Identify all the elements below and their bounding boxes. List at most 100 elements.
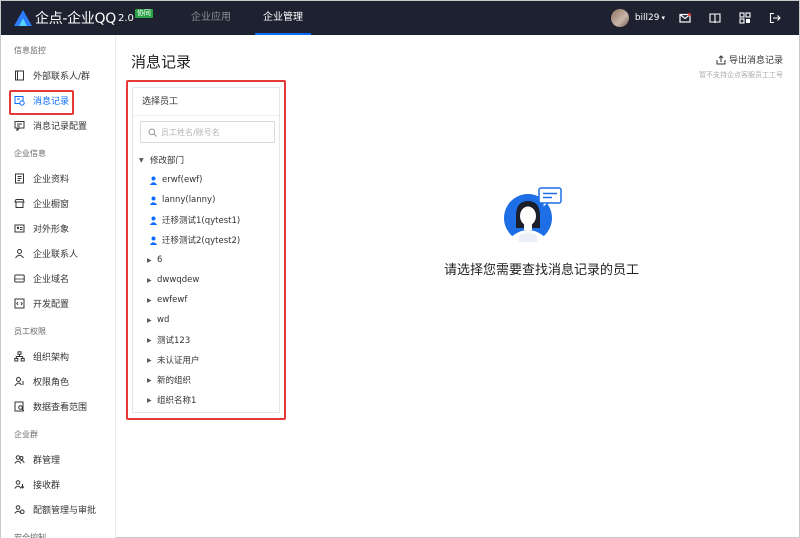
org-chart-icon [14,351,25,362]
username-label: bill29 [634,13,660,23]
tree-dept-item[interactable]: ▶ dwwqdew [133,270,279,290]
sidebar-item-message-records[interactable]: 消息记录 [1,88,115,115]
sidebar-item-label: 数据查看范围 [33,403,88,413]
tree-node-root[interactable]: ▼ 修改部门 [133,150,279,170]
sidebar-item-label: 外部联系人/群 [33,72,91,82]
tree-user-label: erwf(ewf) [162,175,203,185]
employee-search-box[interactable] [140,121,275,143]
sidebar-item-label: 对外形象 [33,225,70,235]
contacts-book-icon [14,70,25,81]
brand-version: 2.0 [118,12,134,24]
sidebar-group-enterprise-info: 企业信息 [14,149,46,158]
sidebar-item-enterprise-profile[interactable]: 企业资料 [1,166,115,191]
sidebar-group-info-monitoring: 信息监控 [14,46,46,55]
sidebar-item-enterprise-showcase[interactable]: 企业橱窗 [1,191,115,216]
top-nav: 企业应用 企业管理 [183,1,327,35]
export-message-records-button[interactable]: 导出消息记录 [716,53,783,66]
sidebar-item-org-structure[interactable]: 组织架构 [1,344,115,369]
tree-dept-item[interactable]: ▶ 6 [133,250,279,270]
tree-dept-label: ewfewf [157,295,188,305]
sidebar-item-receive-groups[interactable]: 接收群 [1,472,115,497]
caret-down-icon: ▼ [139,156,144,164]
sidebar-item-label: 企业联系人 [33,250,79,260]
apps-grid-icon[interactable] [739,12,751,24]
brand[interactable]: 企点-企业QQ 2.0 协同 [13,8,177,28]
sidebar-item-label: 组织架构 [33,353,70,363]
customer-service-illustration-icon [502,186,562,246]
tree-user-label: lanny(lanny) [162,195,216,205]
export-note: 暂不支持企点客服员工工号 [699,71,783,79]
group-icon [14,454,25,465]
caret-right-icon: ▶ [147,396,152,404]
sidebar-item-label: 消息记录配置 [33,122,88,132]
tree-dept-label: 测试123 [157,336,191,346]
sidebar-item-label: 接收群 [33,481,61,491]
employee-select-panel: 选择员工 ▼ 修改部门 erwf(ewf) lanny(lanny) 迁移测试1(… [132,87,280,413]
tree-dept-item[interactable]: ▶ 测试123 [133,330,279,350]
book-icon[interactable] [709,12,721,24]
tab-enterprise-management[interactable]: 企业管理 [255,1,311,35]
chevron-down-icon: ▾ [661,14,665,22]
user-icon [149,176,158,185]
logout-icon[interactable] [769,12,781,24]
sidebar-item-permission-roles[interactable]: 权限角色 [1,369,115,394]
tree-dept-item[interactable]: ▶ 组织名称1 [133,390,279,410]
tree-dept-label: 新的组织 [157,376,192,386]
tree-dept-item[interactable]: ▶ 新的组织 [133,370,279,390]
sidebar-item-data-scope[interactable]: 数据查看范围 [1,394,115,419]
caret-right-icon: ▶ [147,336,152,344]
svg-text:www: www [15,277,24,281]
message-record-icon [14,95,25,106]
code-icon [14,298,25,309]
brand-logo-icon [13,9,33,27]
tree-dept-label: 未认证用户 [157,356,200,366]
sidebar-item-quota-approval[interactable]: 配额管理与审批 [1,497,115,522]
brand-badge: 协同 [134,8,153,18]
tree-dept-item[interactable]: ▶ 未认证用户 [133,350,279,370]
sidebar-item-label: 权限角色 [33,378,70,388]
sidebar-group-employee-permissions: 员工权限 [14,327,46,336]
tree-dept-label: dwwqdew [157,275,200,285]
tree-dept-label: 6 [157,255,163,265]
username-dropdown[interactable]: bill29 ▾ [635,13,665,23]
page-title: 消息记录 [131,53,192,71]
tree-user-label: 迁移测试1(qytest1) [162,216,241,226]
sidebar-item-message-record-settings[interactable]: 消息记录配置 [1,113,115,138]
tree-user-item[interactable]: 迁移测试1(qytest1) [133,210,279,230]
user-area: bill29 ▾ [610,1,799,35]
tree-node-label: 修改部门 [150,156,185,166]
tree-user-item[interactable]: 迁移测试2(qytest2) [133,230,279,250]
caret-right-icon: ▶ [147,376,152,384]
tree-dept-item[interactable]: ▶ ewfewf [133,290,279,310]
sidebar-item-group-management[interactable]: 群管理 [1,447,115,472]
tab-enterprise-apps[interactable]: 企业应用 [183,1,239,35]
sidebar-group-enterprise-groups: 企业群 [14,430,38,439]
avatar[interactable] [610,9,629,27]
sidebar-item-external-image[interactable]: 对外形象 [1,216,115,241]
sidebar-item-enterprise-domain[interactable]: www 企业域名 [1,266,115,291]
user-icon [149,216,158,225]
storefront-icon [14,198,25,209]
top-navigation-bar: 企点-企业QQ 2.0 协同 企业应用 企业管理 bill29 ▾ [1,1,799,35]
tree-user-item[interactable]: erwf(ewf) [133,170,279,190]
caret-right-icon: ▶ [147,276,152,284]
data-scope-icon [14,401,25,412]
receive-group-icon [14,479,25,490]
sidebar-item-label: 开发配置 [33,300,70,310]
tree-user-item[interactable]: lanny(lanny) [133,190,279,210]
caret-right-icon: ▶ [147,316,152,324]
sidebar-item-developer-settings[interactable]: 开发配置 [1,291,115,316]
search-input[interactable] [161,127,271,137]
role-icon [14,376,25,387]
sidebar-item-external-contacts[interactable]: 外部联系人/群 [1,63,115,88]
tree-dept-item[interactable]: ▶ wd [133,310,279,330]
document-icon [14,173,25,184]
caret-right-icon: ▶ [147,296,152,304]
sidebar-item-enterprise-contacts[interactable]: 企业联系人 [1,241,115,266]
user-icon [149,196,158,205]
sidebar-item-label: 企业资料 [33,175,70,185]
export-label: 导出消息记录 [728,56,783,66]
mail-icon[interactable] [679,12,691,24]
tree-dept-label: 组织名称1 [157,396,197,406]
tree-user-label: 迁移测试2(qytest2) [162,236,241,246]
